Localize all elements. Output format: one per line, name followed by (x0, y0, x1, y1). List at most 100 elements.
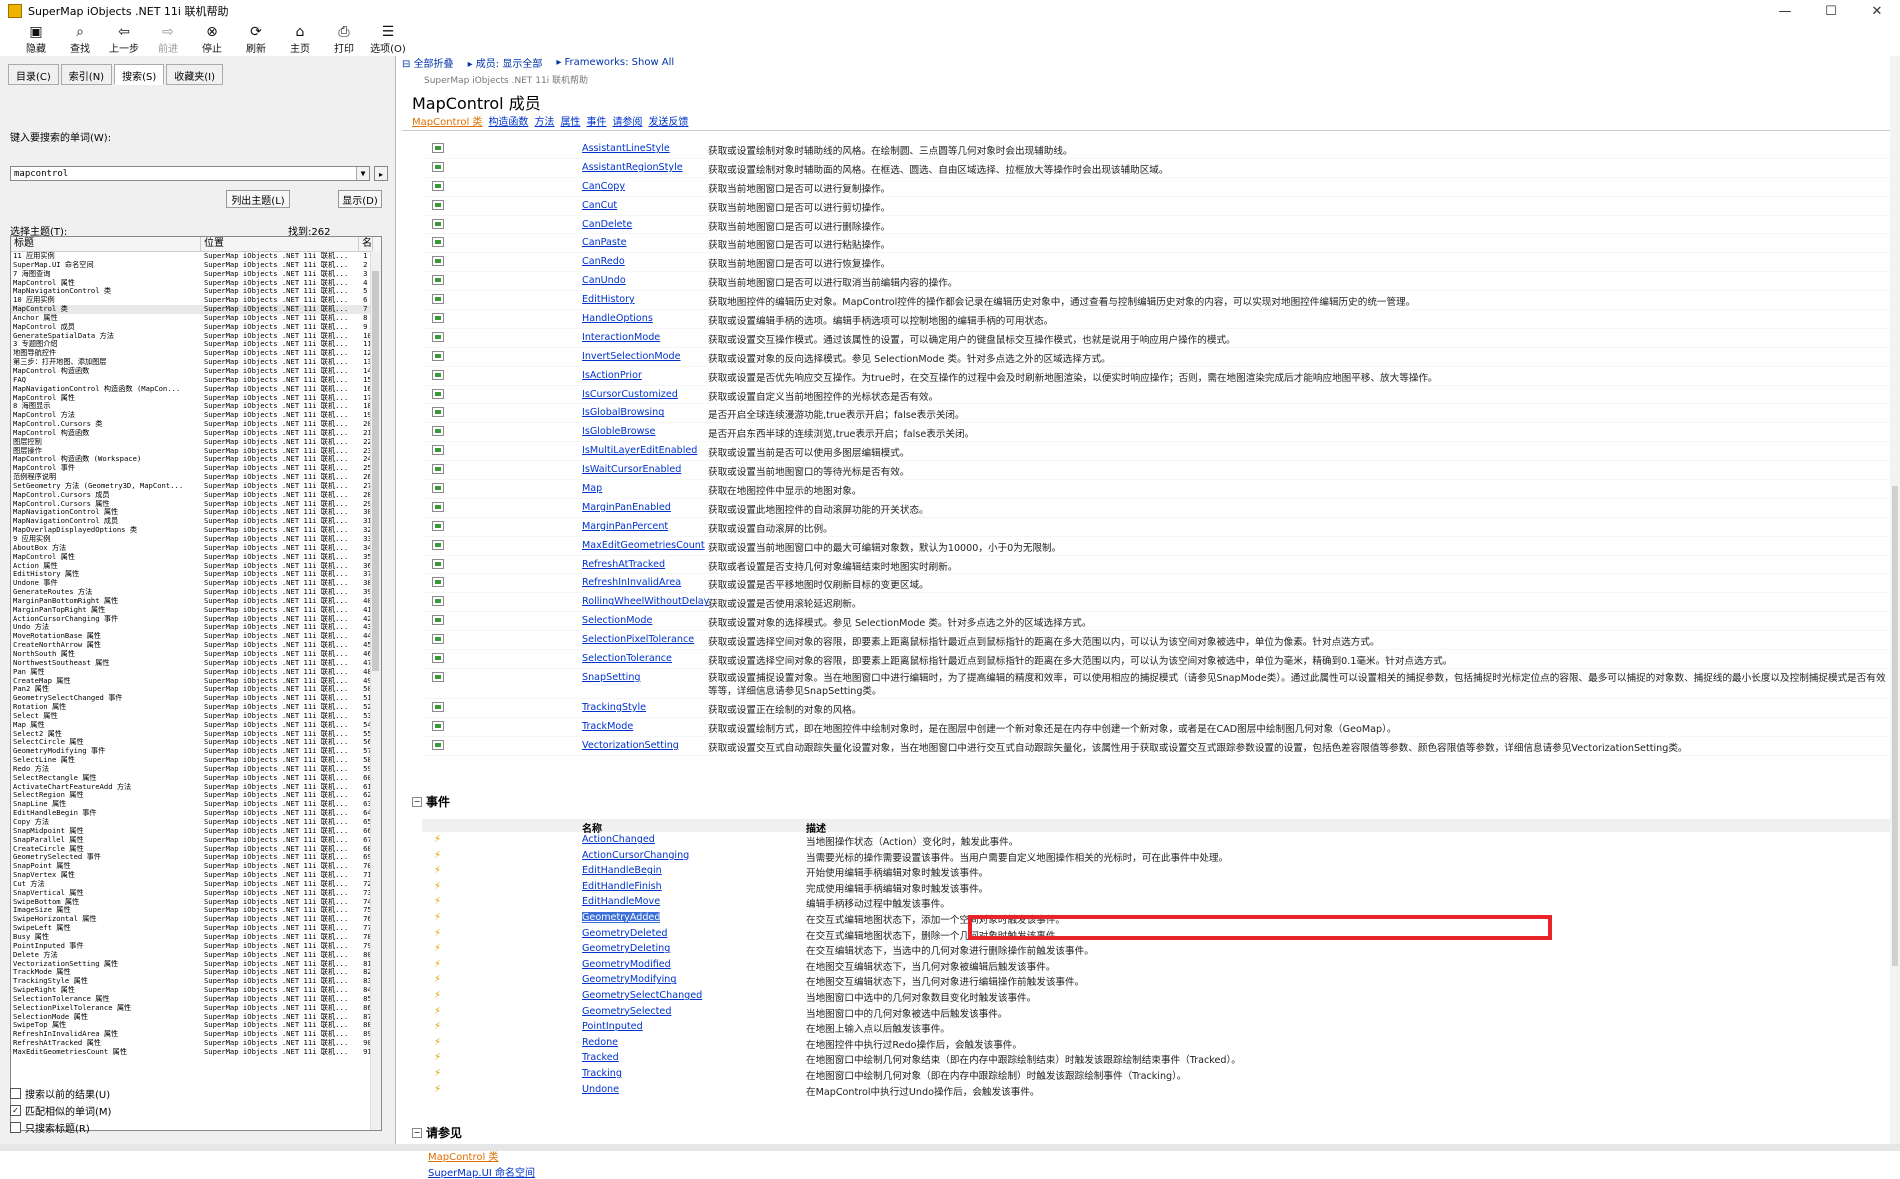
property-link[interactable]: MaxEditGeometriesCount (582, 540, 705, 551)
event-link[interactable]: PointInputed (582, 1021, 643, 1032)
property-link[interactable]: MarginPanPercent (582, 521, 668, 532)
checkbox-1[interactable]: ✓ 匹配相似的单词(M) (10, 1103, 111, 1118)
list-item[interactable]: CreateCircle 属性 SuperMap iObjects .NET 11… (11, 845, 381, 854)
member-link-3[interactable]: 属性 (560, 113, 580, 128)
list-item[interactable]: Copy 方法 SuperMap iObjects .NET 11i 联机... 6… (11, 818, 381, 827)
list-item[interactable]: MapControl.Cursors 属性 SuperMap iObjects .… (11, 500, 381, 509)
event-link[interactable]: Redone (582, 1037, 618, 1048)
property-link[interactable]: SelectionMode (582, 615, 652, 626)
list-item[interactable]: ActionCursorChanging 事件 SuperMap iObjects… (11, 615, 381, 624)
list-item[interactable]: Map 属性 SuperMap iObjects .NET 11i 联机... 54 (11, 721, 381, 730)
list-item[interactable]: PointInputed 事件 SuperMap iObjects .NET 11… (11, 942, 381, 951)
list-item[interactable]: SelectionMode 属性 SuperMap iObjects .NET 1… (11, 1013, 381, 1022)
topic-list-scrollbar[interactable] (370, 251, 381, 1130)
list-item[interactable]: MapControl.Cursors 类 SuperMap iObjects .N… (11, 420, 381, 429)
event-link[interactable]: GeometrySelectChanged (582, 990, 702, 1001)
list-item[interactable]: SnapVertex 属性 SuperMap iObjects .NET 11i … (11, 871, 381, 880)
property-link[interactable]: SnapSetting (582, 672, 641, 683)
list-item[interactable]: VectorizationSetting 属性 SuperMap iObjects… (11, 960, 381, 969)
event-link[interactable]: GeometryAdded (582, 911, 661, 923)
list-item[interactable]: GeometrySelectChanged 事件 SuperMap iObject… (11, 694, 381, 703)
list-item[interactable]: SelectionTolerance 属性 SuperMap iObjects .… (11, 995, 381, 1004)
see-also-section-heading[interactable]: − 请参见 (412, 1124, 462, 1141)
member-link-1[interactable]: 构造函数 (488, 113, 528, 128)
maximize-button[interactable]: ☐ (1808, 0, 1854, 22)
member-link-2[interactable]: 方法 (534, 113, 554, 128)
property-link[interactable]: MarginPanEnabled (582, 502, 671, 513)
list-item[interactable]: MapControl.Cursors 成员 SuperMap iObjects .… (11, 491, 381, 500)
property-link[interactable]: Map (582, 483, 602, 494)
property-link[interactable]: IsGlobleBrowse (582, 426, 655, 437)
collapse-toggle-icon[interactable]: − (412, 1127, 422, 1138)
property-link[interactable]: RefreshAtTracked (582, 559, 665, 570)
list-item[interactable]: SelectRectangle 属性 SuperMap iObjects .NET… (11, 774, 381, 783)
list-item[interactable]: SnapParallel 属性 SuperMap iObjects .NET 11… (11, 836, 381, 845)
list-item[interactable]: SuperMap.UI 命名空间 SuperMap iObjects .NET 1… (11, 261, 381, 270)
list-item[interactable]: SwipeRight 属性 SuperMap iObjects .NET 11i … (11, 986, 381, 995)
toolbar-print-button[interactable]: ⎙ 打印 (322, 22, 366, 55)
list-item[interactable]: MapOverlapDisplayedOptions 类 SuperMap iOb… (11, 526, 381, 535)
list-item[interactable]: MapControl 属性 SuperMap iObjects .NET 11i … (11, 553, 381, 562)
column-header-title[interactable]: 标题 (11, 237, 201, 251)
list-item[interactable]: SwipeBottom 属性 SuperMap iObjects .NET 11i… (11, 898, 381, 907)
collapse-all-link[interactable]: ⊟ 全部折叠 (402, 55, 454, 70)
list-item[interactable]: Redo 方法 SuperMap iObjects .NET 11i 联机... 5… (11, 765, 381, 774)
see-also-link-namespace[interactable]: SuperMap.UI 命名空间 (428, 1164, 535, 1179)
minimize-button[interactable]: — (1762, 0, 1808, 22)
search-dropdown-icon[interactable]: ▼ (356, 167, 369, 180)
property-link[interactable]: SelectionTolerance (582, 653, 672, 664)
list-item[interactable]: MarginPanTopRight 属性 SuperMap iObjects .N… (11, 606, 381, 615)
list-item[interactable]: Select 属性 SuperMap iObjects .NET 11i 联机..… (11, 712, 381, 721)
property-link[interactable]: CanRedo (582, 256, 625, 267)
list-item[interactable]: MarginPanBottomRight 属性 SuperMap iObjects… (11, 597, 381, 606)
member-link-0[interactable]: MapControl 类 (412, 113, 482, 128)
search-input[interactable]: mapcontrol ▼ (10, 166, 370, 181)
toolbar-home-button[interactable]: ⌂ 主页 (278, 22, 322, 55)
event-link[interactable]: GeometrySelected (582, 1006, 671, 1017)
event-link[interactable]: Tracked (582, 1052, 619, 1063)
list-item[interactable]: TrackMode 属性 SuperMap iObjects .NET 11i 联… (11, 968, 381, 977)
event-link[interactable]: EditHandleMove (582, 896, 660, 907)
list-item[interactable]: Anchor 属性 SuperMap iObjects .NET 11i 联机..… (11, 314, 381, 323)
list-item[interactable]: Undo 方法 SuperMap iObjects .NET 11i 联机... 4… (11, 623, 381, 632)
list-item[interactable]: SelectRegion 属性 SuperMap iObjects .NET 11… (11, 791, 381, 800)
list-item[interactable]: Action 属性 SuperMap iObjects .NET 11i 联机..… (11, 562, 381, 571)
list-item[interactable]: ImageSize 属性 SuperMap iObjects .NET 11i 联… (11, 906, 381, 915)
property-link[interactable]: IsActionPrior (582, 370, 642, 381)
event-link[interactable]: GeometryModified (582, 959, 671, 970)
list-item[interactable]: MapControl 成员 SuperMap iObjects .NET 11i … (11, 323, 381, 332)
property-link[interactable]: TrackMode (582, 721, 633, 732)
list-item[interactable]: SwipeHorizontal 属性 SuperMap iObjects .NET… (11, 915, 381, 924)
list-item[interactable]: NorthSouth 属性 SuperMap iObjects .NET 11i … (11, 650, 381, 659)
property-link[interactable]: HandleOptions (582, 313, 653, 324)
list-item[interactable]: Pan2 属性 SuperMap iObjects .NET 11i 联机... 5… (11, 685, 381, 694)
list-item[interactable]: SwipeLeft 属性 SuperMap iObjects .NET 11i 联… (11, 924, 381, 933)
checkbox-box[interactable] (10, 1088, 21, 1099)
list-item[interactable]: FAQ SuperMap iObjects .NET 11i 联机... 15 (11, 376, 381, 385)
toolbar-back-button[interactable]: ⇦ 上一步 (102, 22, 146, 55)
property-link[interactable]: RollingWheelWithoutDelay (582, 596, 709, 607)
list-item[interactable]: GeometrySelected 事件 SuperMap iObjects .NE… (11, 853, 381, 862)
list-item[interactable]: CreateMap 属性 SuperMap iObjects .NET 11i 联… (11, 677, 381, 686)
property-link[interactable]: IsCursorCustomized (582, 389, 678, 400)
property-link[interactable]: CanCopy (582, 181, 625, 192)
list-item[interactable]: 图层控制 SuperMap iObjects .NET 11i 联机... 22 (11, 438, 381, 447)
list-item[interactable]: MapControl 构造函数 SuperMap iObjects .NET 11… (11, 429, 381, 438)
list-item[interactable]: 7 海图查询 SuperMap iObjects .NET 11i 联机... 3 (11, 270, 381, 279)
property-link[interactable]: InteractionMode (582, 332, 660, 343)
list-item[interactable]: MapNavigationControl 构造函数 (MapCon... Supe… (11, 385, 381, 394)
toolbar-options-button[interactable]: ☰ 选项(O) (366, 22, 410, 55)
tab-3[interactable]: 收藏夹(I) (166, 64, 224, 85)
list-item[interactable]: MapControl 方法 SuperMap iObjects .NET 11i … (11, 411, 381, 420)
list-item[interactable]: MaxEditGeometriesCount 属性 SuperMap iObjec… (11, 1048, 381, 1057)
list-item[interactable]: 第三步：打开地图、添加图层 SuperMap iObjects .NET 11i … (11, 358, 381, 367)
tab-2[interactable]: 搜索(S) (114, 64, 165, 85)
close-button[interactable]: ✕ (1854, 0, 1900, 22)
search-arrow-button[interactable]: ▸ (374, 166, 388, 181)
property-link[interactable]: RefreshInInvalidArea (582, 577, 681, 588)
tab-0[interactable]: 目录(C) (8, 64, 59, 85)
member-link-5[interactable]: 请参阅 (612, 113, 642, 128)
list-item[interactable]: MoveRotationBase 属性 SuperMap iObjects .NE… (11, 632, 381, 641)
column-header-rank[interactable]: 名 (359, 237, 373, 251)
property-link[interactable]: EditHistory (582, 294, 635, 305)
